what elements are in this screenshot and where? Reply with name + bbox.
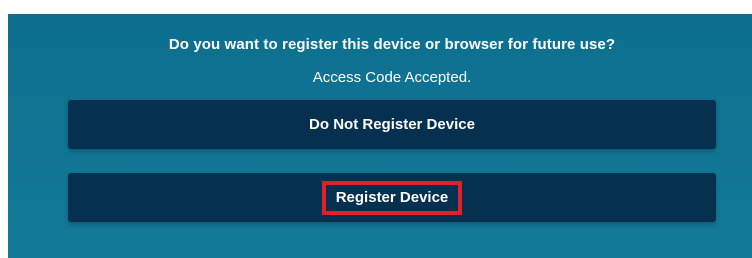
register-device-button[interactable]: Register Device [68, 173, 716, 222]
dialog-title: Do you want to register this device or b… [168, 36, 616, 53]
do-not-register-device-button[interactable]: Do Not Register Device [68, 100, 716, 149]
do-not-register-device-label: Do Not Register Device [309, 116, 475, 133]
device-registration-panel: Do you want to register this device or b… [8, 14, 752, 258]
access-code-status: Access Code Accepted. [312, 69, 472, 86]
register-device-label: Register Device [321, 180, 463, 215]
